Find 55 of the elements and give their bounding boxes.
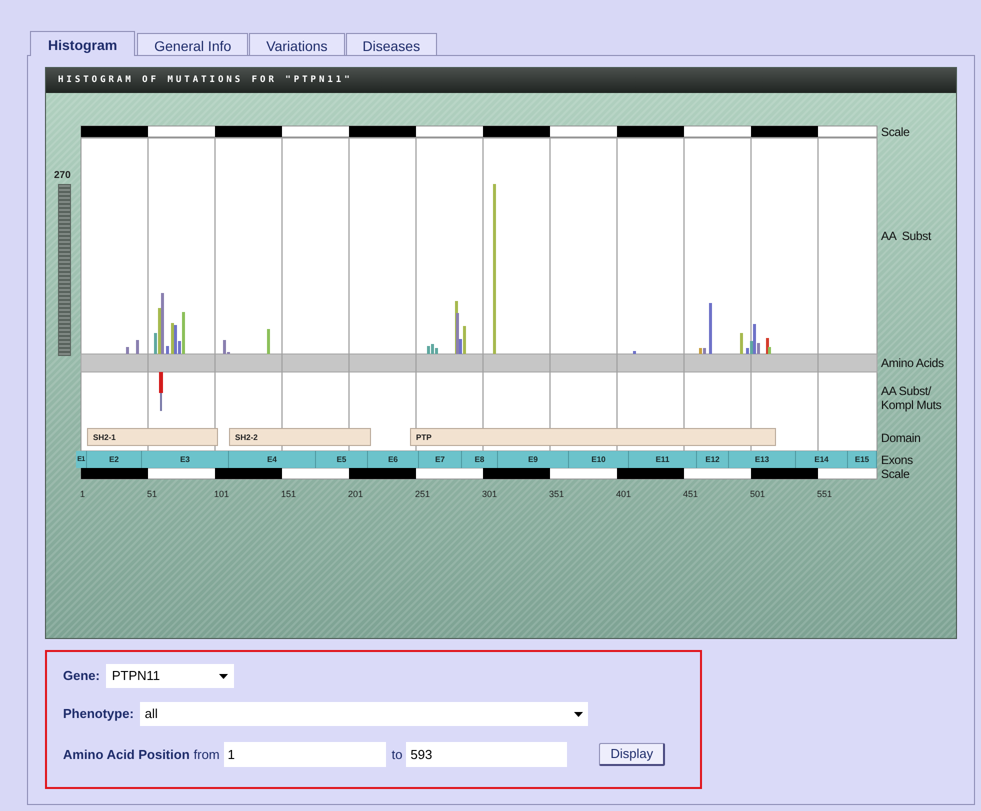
axis-tick-label: 451 [683, 490, 698, 499]
domain-bar: SH2-2 [229, 428, 371, 446]
field-label: from [194, 746, 220, 764]
chart-title: HISTOGRAM OF MUTATIONS FOR "PTPN11" [58, 74, 353, 87]
track-label: AA Subst/ Kompl Muts [881, 384, 942, 412]
exon-segment: E11 [629, 451, 697, 468]
track-label: AA Subst [881, 229, 932, 243]
domain-bar: PTP [410, 428, 776, 446]
exon-segment: E12 [697, 451, 729, 468]
exon-segment: E8 [462, 451, 498, 468]
from-input[interactable]: 1 [224, 742, 386, 767]
track-label: Amino Acids [881, 356, 945, 370]
exon-segment: E10 [569, 451, 629, 468]
exon-segment: E14 [796, 451, 848, 468]
mutation-bar [159, 372, 163, 411]
axis-tick-label: 251 [415, 490, 430, 499]
exon-segment: E13 [729, 451, 796, 468]
axis-tick-label: 351 [549, 490, 564, 499]
caret-icon [218, 674, 228, 678]
axis-tick-label: 401 [616, 490, 632, 499]
axis-tick-label: 1 [80, 490, 86, 499]
exon-segment: E2 [87, 451, 142, 468]
track-label: Scale [881, 125, 911, 139]
axis-max-label: 270 [54, 171, 71, 181]
track-label: Scale [881, 467, 911, 481]
axis-tick-label: 151 [281, 490, 296, 499]
exon-segment: E3 [142, 451, 229, 468]
exon-segment: E6 [368, 451, 419, 468]
track-label: Exons [881, 453, 914, 467]
field-label: Amino Acid Position [63, 746, 190, 764]
gene-dropdown[interactable]: PTPN11 [106, 664, 234, 688]
exon-segment: E15 [848, 451, 877, 468]
phenotype-dropdown[interactable]: all [140, 702, 588, 726]
track-label: Domain [881, 431, 922, 445]
caret-icon [574, 712, 583, 716]
axis-tick-label: 501 [750, 490, 766, 499]
tab[interactable]: General Info [137, 33, 248, 55]
tab[interactable]: Diseases [346, 33, 438, 55]
tab[interactable]: Variations [249, 33, 345, 55]
axis-tick-label: 51 [147, 490, 158, 499]
exon-segment: E5 [316, 451, 368, 468]
exon-segment: E9 [498, 451, 569, 468]
display-button[interactable]: Display [599, 743, 666, 766]
axis-tick-label: 101 [214, 490, 230, 499]
field-label: Phenotype: [63, 705, 134, 724]
domain-bar: SH2-1 [87, 428, 218, 446]
axis-tick-label: 201 [348, 490, 364, 499]
axis-tick-label: 301 [482, 490, 498, 499]
exon-segment: E4 [229, 451, 316, 468]
field-label: Gene: [63, 667, 100, 686]
axis-tick-label: 551 [817, 490, 832, 499]
to-input[interactable]: 593 [406, 742, 568, 767]
tab[interactable]: Histogram [30, 31, 136, 56]
exon-segment: E7 [419, 451, 462, 468]
field-label: to [392, 746, 402, 764]
